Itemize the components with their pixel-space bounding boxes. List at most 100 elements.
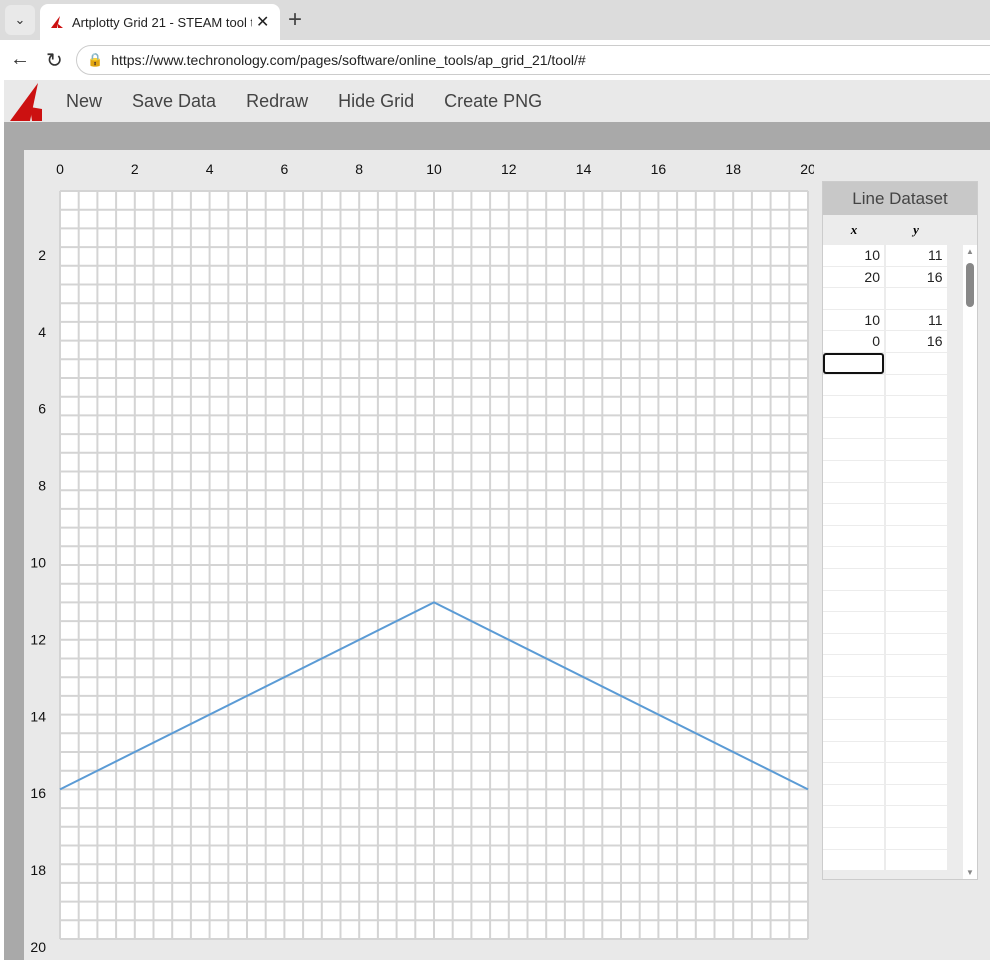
reload-icon[interactable]: ↻	[46, 48, 63, 73]
x-tick-label: 2	[131, 161, 139, 177]
y-cell[interactable]	[886, 353, 947, 374]
y-cell[interactable]	[886, 828, 947, 849]
y-tick-label: 16	[30, 785, 46, 801]
x-cell[interactable]	[823, 375, 884, 396]
x-tick-label: 16	[651, 161, 667, 177]
y-tick-label: 14	[30, 708, 46, 724]
table-row	[823, 828, 948, 850]
x-cell[interactable]	[823, 504, 884, 525]
table-row	[823, 288, 948, 310]
back-icon[interactable]: ←	[10, 48, 30, 71]
y-cell[interactable]	[886, 375, 947, 396]
y-cell[interactable]	[886, 655, 947, 676]
x-cell[interactable]	[823, 353, 884, 374]
x-cell[interactable]	[823, 763, 884, 784]
menu-bar: New Save Data Redraw Hide Grid Create PN…	[4, 80, 990, 122]
y-cell[interactable]	[886, 785, 947, 806]
close-tab-icon[interactable]: ✕	[256, 12, 269, 32]
x-cell[interactable]	[823, 655, 884, 676]
hide-grid-button[interactable]: Hide Grid	[338, 91, 414, 112]
y-cell[interactable]	[886, 439, 947, 460]
y-cell[interactable]	[886, 742, 947, 763]
y-cell[interactable]	[886, 591, 947, 612]
y-cell[interactable]	[886, 483, 947, 504]
y-cell[interactable]	[886, 850, 947, 871]
x-cell[interactable]: 10	[823, 310, 884, 331]
x-cell[interactable]	[823, 720, 884, 741]
x-cell[interactable]	[823, 439, 884, 460]
x-cell[interactable]	[823, 396, 884, 417]
y-tick-label: 10	[30, 555, 46, 571]
y-cell[interactable]	[886, 396, 947, 417]
y-tick-label: 20	[30, 939, 46, 955]
x-cell[interactable]	[823, 612, 884, 633]
address-bar-row: ← ↻ 🔒https://www.techronology.com/pages/…	[0, 40, 990, 80]
plot-canvas[interactable]: 024681012141618202468101214161820	[24, 150, 814, 960]
x-cell[interactable]	[823, 569, 884, 590]
table-row	[823, 569, 948, 591]
y-cell[interactable]: 11	[886, 310, 947, 331]
y-cell[interactable]	[886, 634, 947, 655]
x-cell[interactable]	[823, 698, 884, 719]
x-tick-label: 18	[725, 161, 741, 177]
y-cell[interactable]	[886, 720, 947, 741]
x-cell[interactable]	[823, 742, 884, 763]
table-row	[823, 742, 948, 764]
x-cell[interactable]	[823, 418, 884, 439]
y-cell[interactable]	[886, 698, 947, 719]
y-cell[interactable]	[886, 763, 947, 784]
x-cell[interactable]	[823, 850, 884, 871]
y-cell[interactable]	[886, 461, 947, 482]
x-cell[interactable]: 0	[823, 331, 884, 352]
x-tick-label: 14	[576, 161, 592, 177]
dataset-scrollbar[interactable]: ▲▼	[963, 245, 977, 879]
x-cell[interactable]	[823, 288, 884, 309]
url-field[interactable]: 🔒https://www.techronology.com/pages/soft…	[76, 45, 990, 75]
table-row	[823, 698, 948, 720]
y-cell[interactable]	[886, 504, 947, 525]
x-cell[interactable]	[823, 547, 884, 568]
side-strip	[4, 150, 24, 960]
dataset-panel: Line Dataset xy 101120161011016 ▲▼	[822, 181, 978, 880]
x-cell[interactable]	[823, 591, 884, 612]
table-row	[823, 504, 948, 526]
y-cell[interactable]	[886, 526, 947, 547]
y-cell[interactable]	[886, 569, 947, 590]
table-row	[823, 763, 948, 785]
x-cell[interactable]	[823, 677, 884, 698]
redraw-button[interactable]: Redraw	[246, 91, 308, 112]
browser-tab[interactable]: Artplotty Grid 21 - STEAM tool to create…	[40, 4, 280, 40]
x-cell[interactable]: 20	[823, 267, 884, 288]
y-cell[interactable]	[886, 677, 947, 698]
x-tick-label: 10	[426, 161, 442, 177]
y-cell[interactable]	[886, 806, 947, 827]
y-tick-label: 2	[38, 247, 46, 263]
x-cell[interactable]: 10	[823, 245, 884, 266]
y-cell[interactable]	[886, 418, 947, 439]
y-cell[interactable]	[886, 612, 947, 633]
x-cell[interactable]	[823, 634, 884, 655]
new-tab-icon[interactable]: +	[288, 6, 302, 34]
y-tick-label: 8	[38, 478, 46, 494]
table-row	[823, 526, 948, 548]
x-cell[interactable]	[823, 461, 884, 482]
create-png-button[interactable]: Create PNG	[444, 91, 542, 112]
y-cell[interactable]: 11	[886, 245, 947, 266]
table-row: 2016	[823, 267, 948, 289]
y-cell[interactable]	[886, 288, 947, 309]
new-button[interactable]: New	[66, 91, 102, 112]
tab-list-button[interactable]: ⌄	[5, 5, 35, 35]
y-cell[interactable]	[886, 547, 947, 568]
y-cell[interactable]: 16	[886, 331, 947, 352]
x-tick-label: 6	[281, 161, 289, 177]
x-cell[interactable]	[823, 785, 884, 806]
x-cell[interactable]	[823, 483, 884, 504]
y-cell[interactable]: 16	[886, 267, 947, 288]
x-cell[interactable]	[823, 806, 884, 827]
x-cell[interactable]	[823, 526, 884, 547]
x-tick-label: 20	[800, 161, 814, 177]
save-data-button[interactable]: Save Data	[132, 91, 216, 112]
table-row	[823, 677, 948, 699]
x-tick-label: 0	[56, 161, 64, 177]
x-cell[interactable]	[823, 828, 884, 849]
